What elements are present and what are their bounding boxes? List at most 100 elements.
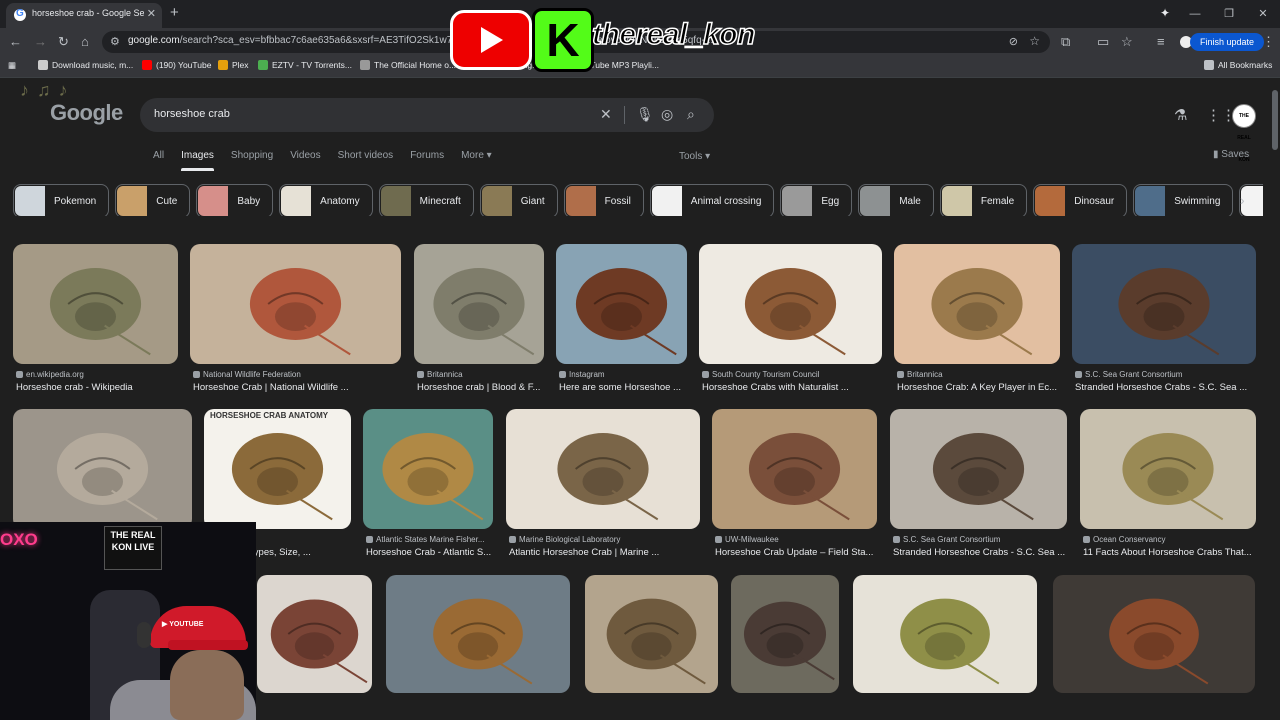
- tab-videos[interactable]: Videos: [290, 150, 320, 161]
- result-caption[interactable]: Horseshoe Crab: A Key Player in Ec...: [897, 382, 1060, 393]
- result-source[interactable]: S.C. Sea Grant Consortium: [1075, 370, 1256, 379]
- all-bookmarks[interactable]: All Bookmarks: [1204, 60, 1272, 70]
- minimize-icon[interactable]: —: [1178, 0, 1212, 28]
- result-caption[interactable]: Stranded Horseshoe Crabs - S.C. Sea ...: [1075, 382, 1256, 393]
- finish-update-button[interactable]: Finish update: [1189, 33, 1264, 51]
- tab-images[interactable]: Images: [181, 150, 214, 171]
- result-thumbnail[interactable]: [363, 409, 493, 529]
- result-thumbnail[interactable]: [699, 244, 882, 364]
- result-thumbnail[interactable]: [190, 244, 401, 364]
- tab-all[interactable]: All: [153, 150, 164, 161]
- reading-list-icon[interactable]: ≡: [1157, 34, 1165, 49]
- result-thumbnail[interactable]: HORSESHOE CRAB ANATOMY: [204, 409, 351, 529]
- search-input[interactable]: horseshoe crab: [154, 108, 230, 120]
- google-logo[interactable]: Google: [50, 100, 123, 126]
- result-caption[interactable]: Horseshoe Crab | National Wildlife ...: [193, 382, 401, 393]
- result-thumbnail[interactable]: [386, 575, 570, 693]
- result-thumbnail[interactable]: [556, 244, 687, 364]
- chip-dinosaur[interactable]: Dinosaur: [1033, 184, 1128, 216]
- labs-icon[interactable]: ⚗: [1174, 106, 1187, 124]
- result-thumbnail[interactable]: [13, 244, 178, 364]
- result-caption[interactable]: Here are some Horseshoe ...: [559, 382, 687, 393]
- result-thumbnail[interactable]: [1072, 244, 1256, 364]
- close-tab-icon[interactable]: ✕: [147, 7, 156, 20]
- result-source[interactable]: South County Tourism Council: [702, 370, 882, 379]
- result-thumbnail[interactable]: [1080, 409, 1256, 529]
- avatar[interactable]: THE REAL KON: [1232, 104, 1256, 163]
- result-thumbnail[interactable]: [853, 575, 1037, 693]
- result-thumbnail[interactable]: [712, 409, 877, 529]
- result-caption[interactable]: Horseshoe crab - Wikipedia: [16, 382, 178, 393]
- search-box[interactable]: horseshoe crab ✕ 🎙 ◎ ⌕: [140, 98, 714, 132]
- result-thumbnail[interactable]: [414, 244, 544, 364]
- chip-anatomy[interactable]: Anatomy: [279, 184, 373, 216]
- result-source[interactable]: Atlantic States Marine Fisher...: [366, 535, 493, 544]
- result-thumbnail[interactable]: [506, 409, 700, 529]
- saves-button[interactable]: ▮ Saves: [1213, 149, 1249, 160]
- result-source[interactable]: Britannica: [417, 370, 544, 379]
- result-caption[interactable]: Horseshoe Crabs with Naturalist ...: [702, 382, 882, 393]
- chip-pokemon[interactable]: Pokemon: [13, 184, 110, 216]
- reload-icon[interactable]: ↻: [58, 34, 69, 50]
- result-thumbnail[interactable]: [257, 575, 372, 693]
- home-icon[interactable]: ⌂: [81, 34, 89, 49]
- chip-male[interactable]: Male: [858, 184, 934, 216]
- search-icon[interactable]: ⌕: [687, 106, 695, 123]
- tab-more[interactable]: More ▾: [461, 150, 492, 161]
- result-thumbnail[interactable]: [13, 409, 192, 529]
- bookmark-item[interactable]: Plex: [218, 60, 249, 70]
- result-thumbnail[interactable]: [585, 575, 718, 693]
- chip-animal-crossing[interactable]: Animal crossing: [649, 184, 775, 216]
- scrollbar[interactable]: [1272, 90, 1278, 690]
- result-source[interactable]: Britannica: [897, 370, 1060, 379]
- close-window-icon[interactable]: ✕: [1246, 0, 1280, 28]
- chip-baby[interactable]: Baby: [196, 184, 274, 216]
- chip-fossil[interactable]: Fossil: [563, 184, 644, 216]
- result-thumbnail[interactable]: [890, 409, 1067, 529]
- gemini-icon[interactable]: ✦: [1160, 6, 1170, 20]
- result-caption[interactable]: Horseshoe Crab Update – Field Sta...: [715, 547, 877, 558]
- result-source[interactable]: en.wikipedia.org: [16, 370, 178, 379]
- bookmark-item[interactable]: EZTV - TV Torrents...: [258, 60, 352, 70]
- chip-minecraft[interactable]: Minecraft: [378, 184, 474, 216]
- apps-icon[interactable]: ▦: [8, 60, 16, 71]
- back-icon[interactable]: ←: [9, 34, 22, 49]
- tools-button[interactable]: Tools ▾: [679, 151, 710, 162]
- eye-off-icon[interactable]: ⊘: [1009, 35, 1018, 48]
- clear-icon[interactable]: ✕: [600, 106, 612, 123]
- tab-shopping[interactable]: Shopping: [231, 150, 273, 161]
- result-source[interactable]: UW-Milwaukee: [715, 535, 877, 544]
- result-thumbnail[interactable]: [731, 575, 839, 693]
- result-caption[interactable]: Horseshoe Crab - Atlantic S...: [366, 547, 493, 558]
- result-source[interactable]: Marine Biological Laboratory: [509, 535, 700, 544]
- result-caption[interactable]: 11 Facts About Horseshoe Crabs That...: [1083, 547, 1256, 558]
- site-info-icon[interactable]: ⚙: [110, 35, 120, 48]
- menu-icon[interactable]: ⋮: [1262, 34, 1275, 50]
- chevron-right-icon[interactable]: ›: [1240, 192, 1245, 208]
- scrollbar-thumb[interactable]: [1272, 90, 1278, 150]
- cast-icon[interactable]: ▭: [1097, 34, 1109, 50]
- result-thumbnail[interactable]: [1053, 575, 1255, 693]
- lens-icon[interactable]: ◎: [661, 106, 673, 123]
- result-caption[interactable]: Horseshoe crab | Blood & F...: [417, 382, 544, 393]
- tab-forums[interactable]: Forums: [410, 150, 444, 161]
- microphone-icon[interactable]: 🎙: [636, 106, 654, 123]
- result-source[interactable]: National Wildlife Federation: [193, 370, 401, 379]
- chip-female[interactable]: Female: [939, 184, 1028, 216]
- tab-short-videos[interactable]: Short videos: [338, 150, 394, 161]
- bookmark-item[interactable]: Download music, m...: [38, 60, 133, 70]
- new-tab-button[interactable]: +: [170, 4, 179, 21]
- extensions-icon[interactable]: ⧉: [1061, 34, 1070, 50]
- bookmark-item[interactable]: The Official Home o...: [360, 60, 456, 70]
- result-thumbnail[interactable]: [894, 244, 1060, 364]
- chip-swimming[interactable]: Swimming: [1133, 184, 1234, 216]
- bookmark-star-icon[interactable]: ☆: [1029, 34, 1040, 48]
- result-source[interactable]: S.C. Sea Grant Consortium: [893, 535, 1067, 544]
- browser-tab[interactable]: horseshoe crab - Google Search ✕: [6, 3, 162, 28]
- chip-cute[interactable]: Cute: [115, 184, 191, 216]
- restore-icon[interactable]: ❐: [1212, 0, 1246, 28]
- result-source[interactable]: Ocean Conservancy: [1083, 535, 1256, 544]
- bookmark-item[interactable]: (190) YouTube: [142, 60, 211, 70]
- result-caption[interactable]: Atlantic Horseshoe Crab | Marine ...: [509, 547, 700, 558]
- chip-egg[interactable]: Egg: [780, 184, 853, 216]
